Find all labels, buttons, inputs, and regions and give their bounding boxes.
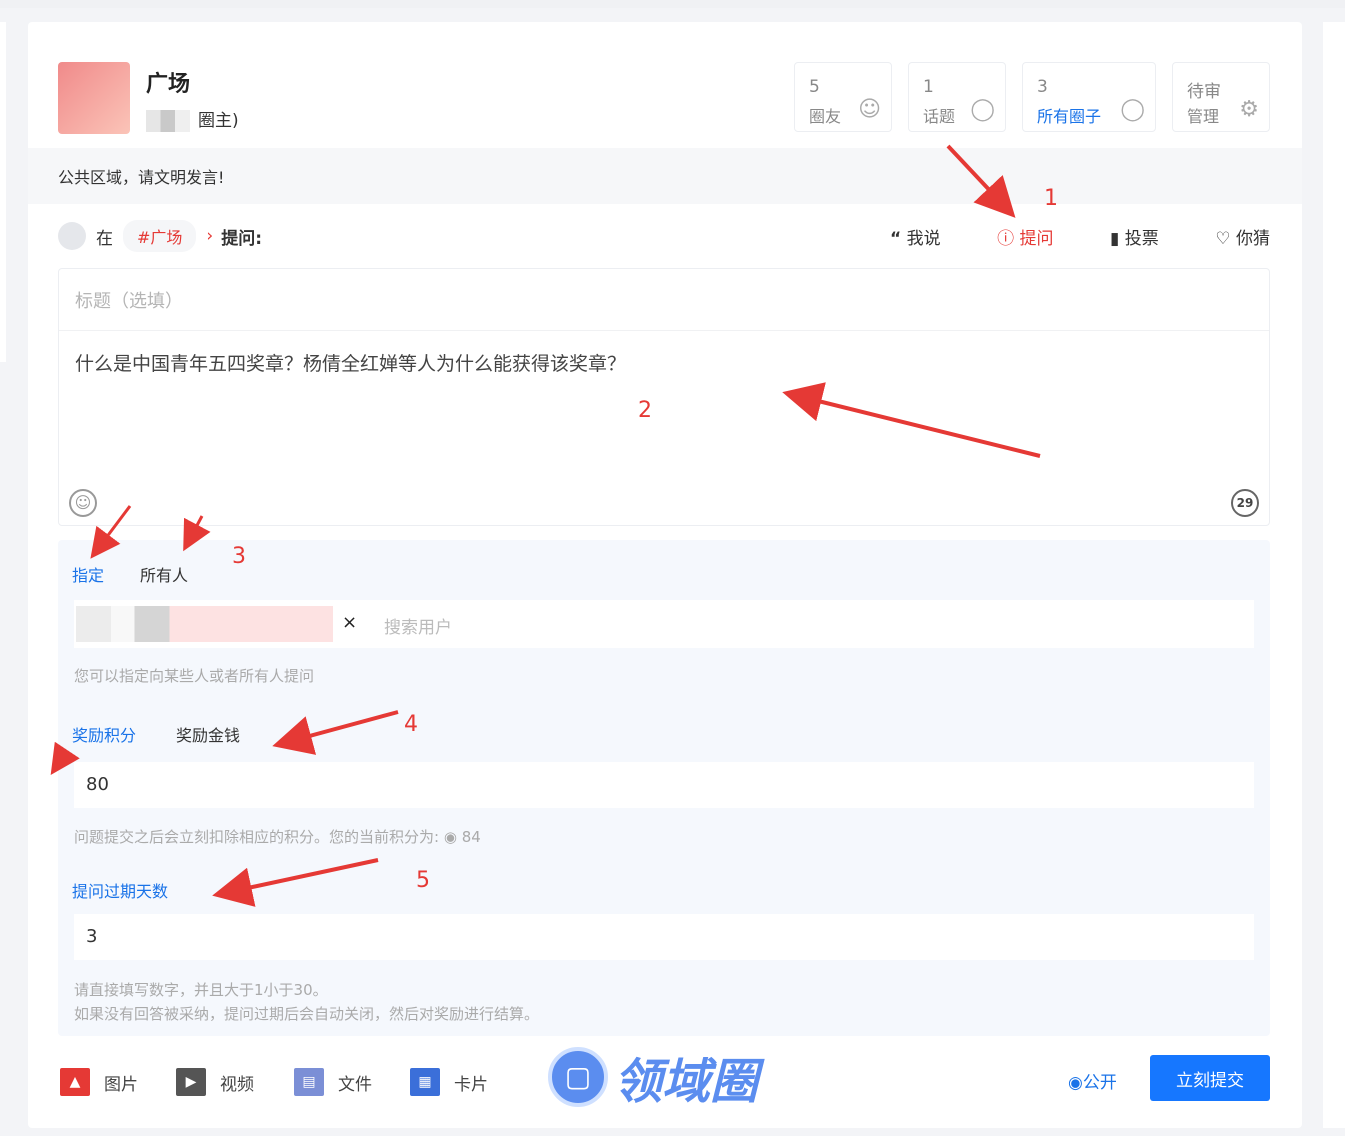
annotation-number: 5 xyxy=(416,868,430,893)
annotation-number: 2 xyxy=(638,398,652,423)
annotation-number: 1 xyxy=(1044,186,1058,211)
annotation-number: 4 xyxy=(404,712,418,737)
arrow-2 xyxy=(782,382,1041,458)
arrow-5 xyxy=(212,858,379,907)
arrow-3b xyxy=(183,515,211,552)
arrow-3a xyxy=(90,505,132,559)
arrow-4b xyxy=(50,741,80,775)
annotation-number: 3 xyxy=(232,544,246,569)
arrow-1 xyxy=(946,144,1016,218)
annotation-arrows xyxy=(50,144,1041,907)
arrow-4 xyxy=(272,710,399,755)
